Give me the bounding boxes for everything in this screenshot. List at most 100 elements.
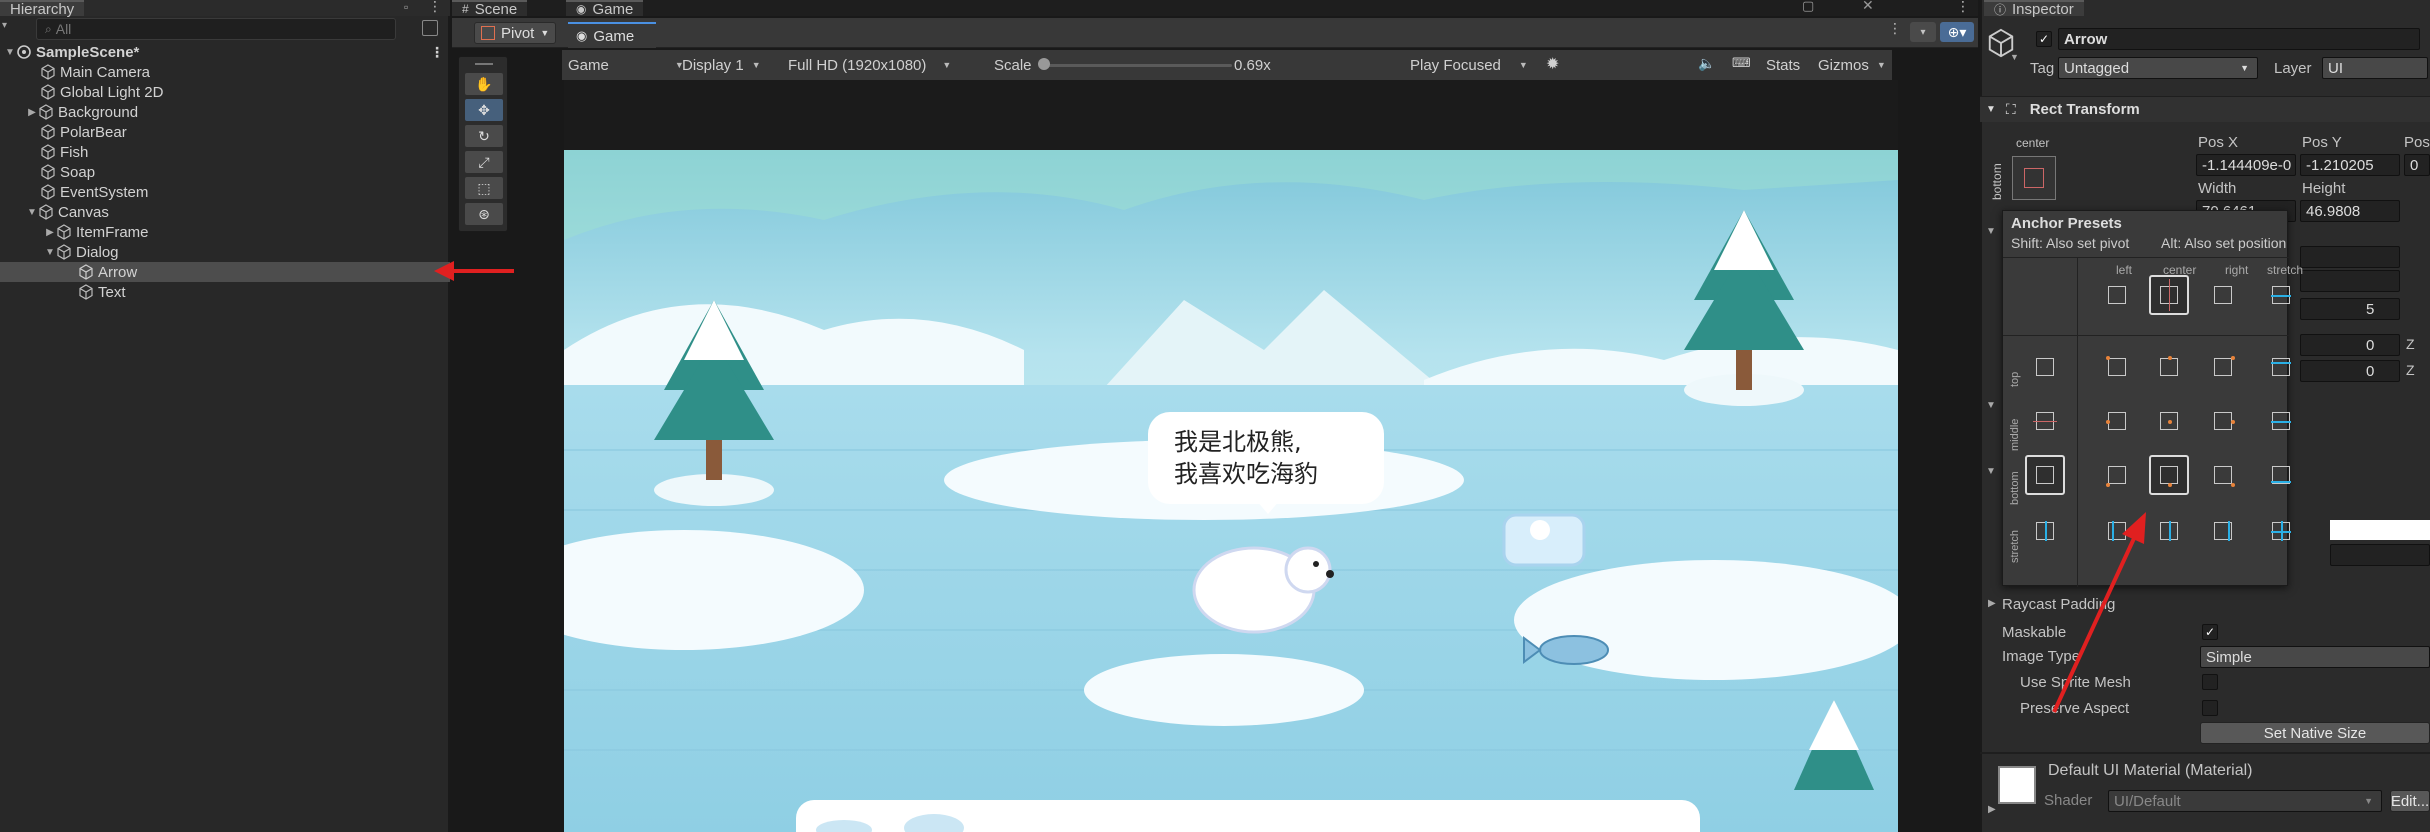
- shader-dropdown[interactable]: UI/Default ▼: [2108, 790, 2382, 812]
- tree-row-polarbear[interactable]: PolarBear: [0, 122, 450, 142]
- lock-icon[interactable]: ▫: [404, 0, 408, 14]
- rect-tool-icon[interactable]: ⬚: [465, 177, 503, 199]
- pivot-toggle-button[interactable]: Pivot ▼: [474, 22, 556, 44]
- soap-sprite[interactable]: [1502, 513, 1586, 567]
- hidden-field[interactable]: [2300, 246, 2400, 268]
- more-menu-icon[interactable]: ⋮: [430, 44, 444, 61]
- tab-inspector[interactable]: ⓘ Inspector: [1984, 0, 2084, 18]
- scale-slider-track[interactable]: [1048, 64, 1232, 67]
- maskable-checkbox[interactable]: ✓: [2202, 624, 2218, 640]
- anchor-stretch-right[interactable]: [2203, 511, 2243, 551]
- game-mode-dropdown[interactable]: Game ▼: [562, 53, 690, 77]
- anchor-preset-button[interactable]: [2012, 156, 2056, 200]
- scale-tool-icon[interactable]: ⤢: [465, 151, 503, 173]
- hidden-field[interactable]: [2300, 270, 2400, 292]
- tab-scene[interactable]: # Scene: [452, 0, 528, 18]
- close-icon[interactable]: ✕: [1862, 0, 1874, 14]
- anchor-bottom-left[interactable]: [2097, 455, 2137, 495]
- more-menu-icon[interactable]: ⋮: [1888, 20, 1902, 37]
- play-mode-dropdown[interactable]: Play Focused ▼: [1404, 53, 1534, 77]
- rotation-z-field[interactable]: 0: [2300, 334, 2400, 356]
- maximize-icon[interactable]: ▢: [1802, 0, 1814, 14]
- tab-game[interactable]: ◉ Game: [568, 22, 656, 48]
- rect-transform-header[interactable]: ▼ ⛶ Rect Transform: [1980, 96, 2430, 122]
- material-thumbnail[interactable]: [1998, 766, 2036, 804]
- tree-row-arrow[interactable]: Arrow: [0, 262, 450, 282]
- display-dropdown[interactable]: Display 1 ▼: [676, 53, 767, 77]
- height-field[interactable]: 46.9808: [2300, 200, 2400, 222]
- layer-dropdown[interactable]: UI: [2322, 57, 2428, 79]
- tree-row-global-light[interactable]: Global Light 2D: [0, 82, 450, 102]
- bug-icon[interactable]: ✹: [1546, 54, 1559, 74]
- stats-button[interactable]: Stats: [1766, 57, 1800, 74]
- tab-game-top[interactable]: ◉ Game: [566, 0, 644, 18]
- anchor-h-right[interactable]: [2203, 275, 2243, 315]
- pos-z-field[interactable]: 0: [2404, 154, 2430, 176]
- dropdown-caret-icon[interactable]: ▼: [2010, 52, 2019, 62]
- palette-drag-handle[interactable]: [475, 63, 493, 65]
- keyboard-icon[interactable]: ⌨: [1732, 55, 1751, 71]
- collapse-arrow-icon[interactable]: ▼: [26, 207, 38, 218]
- audio-icon[interactable]: 🔈: [1698, 55, 1715, 72]
- set-native-size-button[interactable]: Set Native Size: [2200, 722, 2430, 744]
- view-tool-hand-icon[interactable]: ✋: [465, 73, 503, 95]
- anchor-h-center[interactable]: [2149, 275, 2189, 315]
- anchor-bottom-center[interactable]: [2149, 455, 2189, 495]
- collapse-arrow-icon[interactable]: ▼: [44, 247, 56, 258]
- preserve-aspect-checkbox[interactable]: [2202, 700, 2218, 716]
- tree-row-background[interactable]: ▶ Background: [0, 102, 450, 122]
- collapse-arrow-icon[interactable]: ▼: [1986, 466, 1996, 477]
- more-menu-icon[interactable]: ⋮: [428, 0, 442, 15]
- gizmo-orientation-icon[interactable]: ⊕▾: [1940, 22, 1974, 42]
- anchor-top-right[interactable]: [2203, 347, 2243, 387]
- anchor-bottom-right[interactable]: [2203, 455, 2243, 495]
- expand-arrow-icon[interactable]: ▶: [1988, 804, 1996, 815]
- anchor-top-left[interactable]: [2097, 347, 2137, 387]
- tab-hierarchy[interactable]: Hierarchy: [0, 0, 85, 18]
- anchor-middle-center[interactable]: [2149, 401, 2189, 441]
- hidden-field[interactable]: [2330, 544, 2430, 566]
- anchor-top-stretch[interactable]: [2261, 347, 2301, 387]
- expand-arrow-icon[interactable]: ▶: [44, 227, 56, 238]
- tree-row-dialog[interactable]: ▼ Dialog: [0, 242, 450, 262]
- tree-row-eventsystem[interactable]: EventSystem: [0, 182, 450, 202]
- tree-row-canvas[interactable]: ▼ Canvas: [0, 202, 450, 222]
- edit-shader-button[interactable]: Edit...: [2390, 790, 2430, 812]
- scale-z-field[interactable]: 0: [2300, 360, 2400, 382]
- search-options-icon[interactable]: [422, 20, 438, 36]
- anchor-middle-stretch[interactable]: [2261, 401, 2301, 441]
- object-name-field[interactable]: Arrow: [2058, 28, 2420, 50]
- anchor-v-top[interactable]: [2025, 347, 2065, 387]
- transform-tool-icon[interactable]: ⊛: [465, 203, 503, 225]
- tree-row-itemframe[interactable]: ▶ ItemFrame: [0, 222, 450, 242]
- scale-slider-knob[interactable]: [1038, 58, 1050, 70]
- rotate-tool-icon[interactable]: ↻: [465, 125, 503, 147]
- anchor-middle-left[interactable]: [2097, 401, 2137, 441]
- tree-row-text[interactable]: Text: [0, 282, 450, 302]
- anchor-h-left[interactable]: [2097, 275, 2137, 315]
- tree-row-soap[interactable]: Soap: [0, 162, 450, 182]
- collapse-arrow-icon[interactable]: ▼: [1986, 400, 1996, 411]
- hierarchy-search-input[interactable]: ⌕ All: [36, 18, 396, 40]
- more-menu-icon[interactable]: ⋮: [1956, 0, 1970, 15]
- anchor-h-stretch[interactable]: [2261, 275, 2301, 315]
- collapse-arrow-icon[interactable]: ▼: [4, 47, 16, 58]
- anchor-v-bottom[interactable]: [2025, 455, 2065, 495]
- use-sprite-mesh-checkbox[interactable]: [2202, 674, 2218, 690]
- anchor-middle-right[interactable]: [2203, 401, 2243, 441]
- tree-row-fish[interactable]: Fish: [0, 142, 450, 162]
- gizmos-dropdown[interactable]: Gizmos ▼: [1812, 53, 1892, 77]
- image-type-dropdown[interactable]: Simple: [2200, 646, 2430, 668]
- move-tool-icon[interactable]: ✥: [465, 99, 503, 121]
- anchor-v-middle[interactable]: [2025, 401, 2065, 441]
- anchor-top-center[interactable]: [2149, 347, 2189, 387]
- dropdown-caret-icon[interactable]: ▾: [1910, 22, 1936, 42]
- anchor-stretch-stretch[interactable]: [2261, 511, 2301, 551]
- anchor-bottom-stretch[interactable]: [2261, 455, 2301, 495]
- pos-y-field[interactable]: -1.210205: [2300, 154, 2400, 176]
- expand-arrow-icon[interactable]: ▶: [26, 107, 38, 118]
- resolution-dropdown[interactable]: Full HD (1920x1080) ▼: [782, 53, 957, 77]
- pivot-y-field[interactable]: 5: [2300, 298, 2400, 320]
- tree-row-main-camera[interactable]: Main Camera: [0, 62, 450, 82]
- pos-x-field[interactable]: -1.144409e-0: [2196, 154, 2296, 176]
